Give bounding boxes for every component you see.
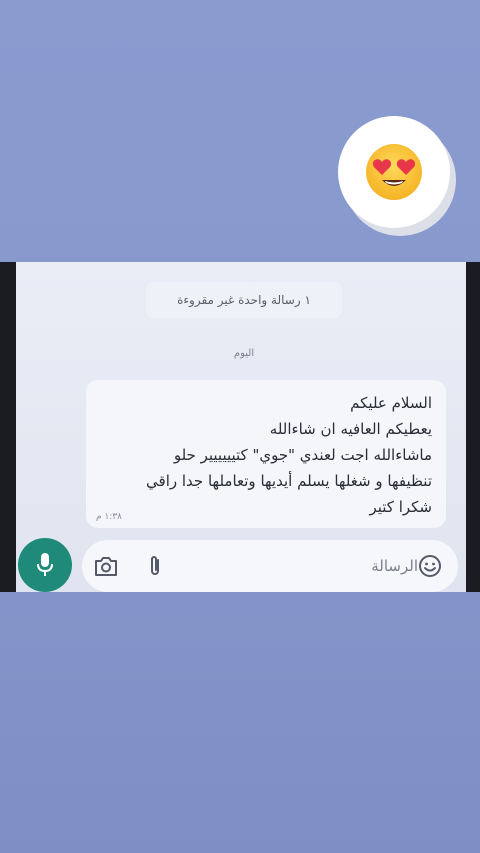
- paperclip-icon[interactable]: [148, 554, 162, 578]
- message-line: تنظيفها و شغلها يسلم أيديها وتعاملها جدا…: [146, 472, 432, 490]
- message-input-bar[interactable]: الرسالة: [82, 540, 458, 592]
- message-text: السلام عليكم يعطيكم العافيه ان شاءالله م…: [96, 390, 432, 520]
- smiley-icon[interactable]: [418, 554, 442, 578]
- chat-photo: ١ رسالة واحدة غير مقروءة اليوم السلام عل…: [0, 262, 480, 592]
- chat-screen: ١ رسالة واحدة غير مقروءة اليوم السلام عل…: [16, 262, 466, 592]
- message-line: ماشاءالله اجت لعندي "جوي" كتيييييير حلو: [173, 446, 432, 464]
- date-chip: اليوم: [233, 347, 255, 359]
- message-line: السلام عليكم: [350, 394, 432, 412]
- unread-messages-banner: ١ رسالة واحدة غير مقروءة: [146, 282, 342, 318]
- message-input-placeholder[interactable]: الرسالة: [352, 554, 418, 578]
- heart-eyes-emoji-icon: [366, 144, 422, 200]
- camera-icon[interactable]: [94, 555, 118, 577]
- heart-eyes-sticker: [338, 116, 450, 228]
- mic-button[interactable]: [18, 538, 72, 592]
- message-bubble[interactable]: السلام عليكم يعطيكم العافيه ان شاءالله م…: [86, 380, 446, 528]
- microphone-icon: [37, 553, 53, 576]
- message-line: يعطيكم العافيه ان شاءالله: [269, 420, 432, 438]
- message-time: ١:٣٨ م: [96, 512, 122, 522]
- message-line: شكرا كتير: [369, 498, 432, 516]
